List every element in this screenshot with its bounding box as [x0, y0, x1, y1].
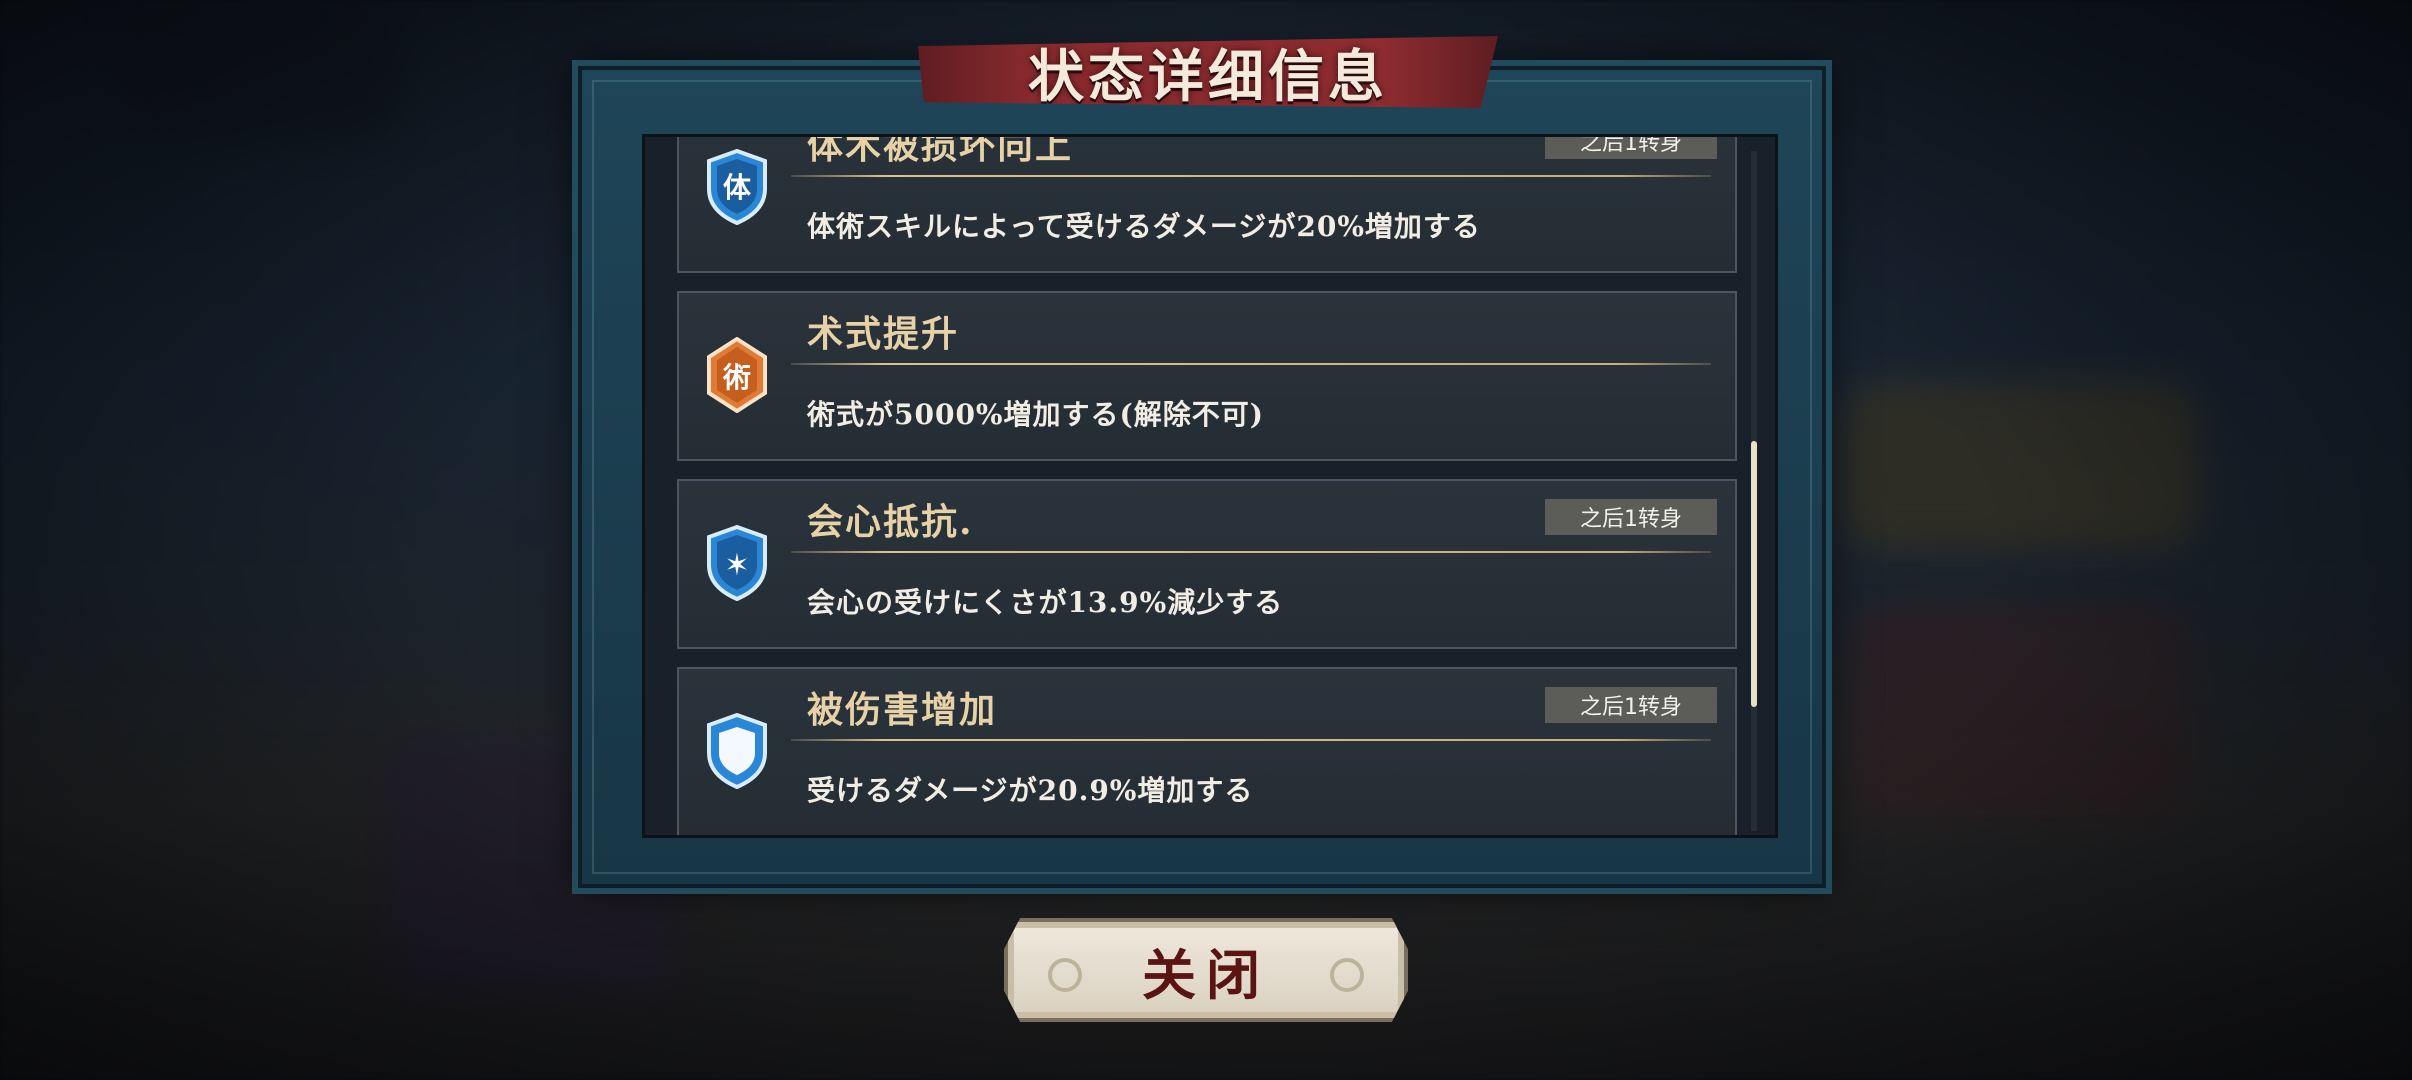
status-description: 体術スキルによって受けるダメージが20%増加する — [807, 210, 1481, 243]
ornament-icon — [1330, 958, 1364, 992]
status-card: 被伤害增加 之后1转身 受けるダメージが20.9%増加する — [677, 667, 1737, 835]
duration-badge: 之后1转身 — [1545, 687, 1717, 723]
technique-hex-icon: 術 — [705, 337, 769, 413]
status-name: 术式提升 — [807, 313, 960, 355]
status-name: 被伤害增加 — [807, 689, 998, 731]
status-name: 体术被损坏向上 — [807, 134, 1074, 167]
status-list: 体 体术被损坏向上 之后1转身 体術スキルによって受けるダメージが20%増加する… — [677, 134, 1737, 835]
status-card: 体 体术被损坏向上 之后1转身 体術スキルによって受けるダメージが20%増加する — [677, 134, 1737, 273]
ornament-icon — [1048, 958, 1082, 992]
divider — [791, 175, 1711, 177]
scrollbar-thumb[interactable] — [1751, 440, 1757, 707]
divider — [791, 551, 1711, 553]
shield-critical-icon: ✶ — [705, 525, 769, 601]
status-description: 会心の受けにくさが13.9%減少する — [807, 586, 1284, 619]
status-card: ✶ 会心抵抗. 之后1转身 会心の受けにくさが13.9%減少する — [677, 479, 1737, 649]
status-description: 術式が5000%増加する(解除不可) — [807, 398, 1265, 431]
status-icon-glyph: ✶ — [724, 548, 749, 583]
dialog-title-banner: 状态详细信息 — [918, 36, 1498, 108]
status-list-viewport[interactable]: 体 体术被损坏向上 之后1转身 体術スキルによって受けるダメージが20%増加する… — [642, 134, 1778, 838]
shield-damage-icon — [705, 713, 769, 789]
status-detail-dialog: 体 体术被损坏向上 之后1转身 体術スキルによって受けるダメージが20%増加する… — [578, 66, 1826, 888]
status-card: 術 术式提升 術式が5000%増加する(解除不可) — [677, 291, 1737, 461]
dialog-title: 状态详细信息 — [1028, 43, 1388, 110]
status-name: 会心抵抗. — [807, 501, 974, 543]
close-button-label: 关闭 — [1142, 942, 1270, 1007]
status-icon-glyph: 体 — [723, 171, 752, 204]
duration-badge: 之后1转身 — [1545, 499, 1717, 535]
divider — [791, 739, 1711, 741]
duration-badge: 之后1转身 — [1545, 137, 1717, 159]
divider — [791, 363, 1711, 365]
status-icon-glyph: 術 — [722, 361, 751, 394]
close-button[interactable]: 关闭 — [1004, 918, 1408, 1022]
shield-taijutsu-icon: 体 — [705, 149, 769, 225]
status-description: 受けるダメージが20.9%増加する — [807, 774, 1254, 807]
